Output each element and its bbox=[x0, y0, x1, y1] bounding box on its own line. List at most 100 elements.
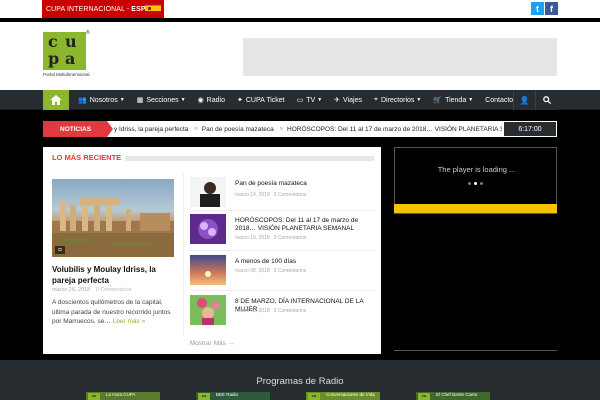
featured-date: marzo 26, 2018 bbox=[52, 287, 91, 293]
facebook-icon[interactable]: f bbox=[545, 2, 558, 15]
nav-item-label: Secciones bbox=[146, 96, 179, 104]
player-loading-text: The player is loading ... bbox=[437, 165, 516, 174]
logo-mark: c u p a bbox=[43, 32, 86, 70]
list-title[interactable]: HORÓSCOPOS: Del 11 al 17 de marzo de 201… bbox=[235, 217, 377, 233]
nav-item-viajes[interactable]: ✈ Viajes bbox=[328, 90, 368, 110]
nav-item-label: TV bbox=[306, 96, 316, 104]
user-icon: 👤 bbox=[519, 95, 530, 105]
ticker-item[interactable]: y Idriss, la pareja perfecta bbox=[114, 126, 188, 133]
grid-icon: ▦ bbox=[136, 97, 144, 104]
list-item[interactable]: Pan de poesía mazateca marzo 14, 2018 0 C… bbox=[190, 177, 374, 207]
list-title[interactable]: Pan de poesía mazateca bbox=[235, 180, 377, 188]
country-label: CUPA INTERNACIONAL - bbox=[46, 5, 130, 13]
list-item[interactable]: A menos de 100 días marzo 08, 2018 0 Come… bbox=[190, 255, 374, 285]
logo-reg: ® bbox=[86, 30, 90, 36]
chevron-down-icon: ▼ bbox=[317, 97, 323, 103]
column-divider bbox=[183, 173, 184, 335]
featured-comments[interactable]: 0 Comentarios bbox=[96, 287, 132, 293]
ticker-arrow-icon: » bbox=[279, 126, 284, 132]
pin-icon: ⌖ bbox=[373, 96, 378, 103]
excerpt-text: A doscientos quilómetros de la capital, … bbox=[52, 299, 171, 325]
search-icon bbox=[542, 96, 551, 104]
radio-programs-section: Programas de Radio cu La Hora CUPA cu BEE … bbox=[0, 360, 600, 400]
nav-item-radio[interactable]: ◉ Radio bbox=[192, 90, 231, 110]
nav-item-label: CUPA Ticket bbox=[245, 96, 285, 104]
user-button[interactable]: 👤 bbox=[513, 90, 535, 110]
show-more-button[interactable]: Mostrar Más → bbox=[43, 340, 381, 347]
list-meta: marzo 14, 2018 0 Comentarios bbox=[235, 192, 307, 198]
chevron-down-icon: ▼ bbox=[416, 97, 422, 103]
ticket-icon: ✦ bbox=[236, 97, 243, 104]
featured-title[interactable]: Volubilis y Moulay Idriss, la pareja per… bbox=[52, 265, 176, 286]
featured-excerpt: A doscientos quilómetros de la capital, … bbox=[52, 298, 178, 327]
chevron-down-icon: ▼ bbox=[468, 97, 474, 103]
radio-thumb[interactable]: cu Conversaciones de Vida bbox=[306, 392, 380, 400]
clock: 6:17:00 bbox=[503, 121, 557, 137]
list-thumb bbox=[190, 177, 226, 207]
nav-item-label: Radio bbox=[206, 96, 225, 104]
list-thumb bbox=[190, 214, 226, 244]
nav-item-cupa-ticket[interactable]: ✦ CUPA Ticket bbox=[231, 90, 291, 110]
ticker-arrow-icon: » bbox=[194, 126, 198, 132]
ticker-item[interactable]: Pan de poesía mazateca bbox=[202, 126, 274, 133]
player-caption-bar bbox=[394, 204, 557, 213]
site-logo[interactable]: c u p a ® Portal Multidimensional bbox=[43, 30, 90, 80]
radio-section-title: Programas de Radio bbox=[256, 376, 344, 387]
top-bar: CUPA INTERNACIONAL - ESPAÑA t f bbox=[0, 0, 600, 18]
list-separator bbox=[190, 290, 376, 291]
section-title: LO MÁS RECIENTE bbox=[52, 153, 122, 162]
radio-icon: ◉ bbox=[197, 97, 204, 104]
nav-item-label: Viajes bbox=[343, 96, 362, 104]
cart-icon: 🛒 bbox=[433, 97, 443, 104]
latest-section: LO MÁS RECIENTE ◘ Volubilis y Moulay Idr… bbox=[43, 147, 381, 354]
nav-item-label: Directorios bbox=[380, 96, 415, 104]
nav-item-tv[interactable]: ▭ TV ▼ bbox=[291, 90, 329, 110]
ticker-label: NOTICIAS bbox=[43, 121, 113, 137]
home-icon bbox=[50, 95, 62, 105]
main-nav: 👥 Nosotros ▼ ▦ Secciones ▼ ◉ Radio ✦ CUPA Ticket ▭… bbox=[0, 90, 600, 110]
list-item[interactable]: 8 DE MARZO, DÍA INTERNACIONAL DE LA MUJE… bbox=[190, 295, 374, 325]
ticker-items: y Idriss, la pareja perfecta » Pan de poes… bbox=[114, 121, 502, 137]
nav-item-secciones[interactable]: ▦ Secciones ▼ bbox=[131, 90, 192, 110]
spain-flag-icon bbox=[145, 3, 161, 14]
featured-meta: marzo 26, 2018 0 Comentarios bbox=[52, 287, 132, 293]
read-more-link[interactable]: Leer más » bbox=[113, 318, 146, 325]
chevron-down-icon: ▼ bbox=[119, 97, 125, 103]
search-button[interactable] bbox=[535, 90, 557, 110]
chevron-down-icon: ▼ bbox=[180, 97, 186, 103]
nav-item-label: Tienda bbox=[445, 96, 467, 104]
loading-dots bbox=[468, 182, 483, 185]
list-meta: marzo 08, 2018 0 Comentarios bbox=[235, 268, 307, 274]
news-ticker: NOTICIAS y Idriss, la pareja perfecta » Pa… bbox=[43, 121, 557, 137]
ad-banner[interactable] bbox=[243, 38, 557, 76]
list-separator bbox=[190, 210, 376, 211]
list-item[interactable]: HORÓSCOPOS: Del 11 al 17 de marzo de 201… bbox=[190, 214, 374, 244]
featured-image[interactable]: ◘ bbox=[52, 179, 174, 257]
nav-items: 👥 Nosotros ▼ ▦ Secciones ▼ ◉ Radio ✦ CUPA Ticket ▭… bbox=[72, 90, 519, 110]
users-icon: 👥 bbox=[78, 97, 87, 104]
sidebar-divider bbox=[394, 350, 557, 351]
list-thumb bbox=[190, 295, 226, 325]
nav-item-directorios[interactable]: ⌖ Directorios ▼ bbox=[368, 90, 427, 110]
nav-item-label: Contacto bbox=[485, 96, 514, 104]
list-meta: marzo 08, 2018 0 Comentarios bbox=[235, 308, 307, 314]
radio-thumb[interactable]: cu La Hora CUPA bbox=[86, 392, 160, 400]
plane-icon: ✈ bbox=[334, 97, 341, 104]
ticker-item[interactable]: HORÓSCOPOS: Del 11 al 17 de marzo de 201… bbox=[287, 126, 502, 133]
tv-icon: ▭ bbox=[296, 97, 304, 104]
ruins-illustration bbox=[52, 197, 174, 257]
nav-item-nosotros[interactable]: 👥 Nosotros ▼ bbox=[72, 90, 131, 110]
list-title[interactable]: A menos de 100 días bbox=[235, 258, 377, 266]
nav-item-tienda[interactable]: 🛒 Tienda ▼ bbox=[427, 90, 479, 110]
section-title-bar bbox=[125, 156, 374, 161]
site-header: c u p a ® Portal Multidimensional bbox=[0, 22, 600, 90]
nav-item-label: Nosotros bbox=[89, 96, 118, 104]
radio-thumb[interactable]: cu El Chef Dante Cueto bbox=[416, 392, 490, 400]
home-button[interactable] bbox=[43, 90, 69, 110]
list-separator bbox=[190, 250, 376, 251]
country-selector[interactable]: CUPA INTERNACIONAL - ESPAÑA bbox=[42, 0, 164, 18]
camera-icon: ◘ bbox=[55, 246, 65, 254]
radio-thumb[interactable]: cu BEE Radio bbox=[196, 392, 270, 400]
twitter-icon[interactable]: t bbox=[531, 2, 544, 15]
list-meta: marzo 10, 2018 0 Comentarios bbox=[235, 235, 307, 241]
